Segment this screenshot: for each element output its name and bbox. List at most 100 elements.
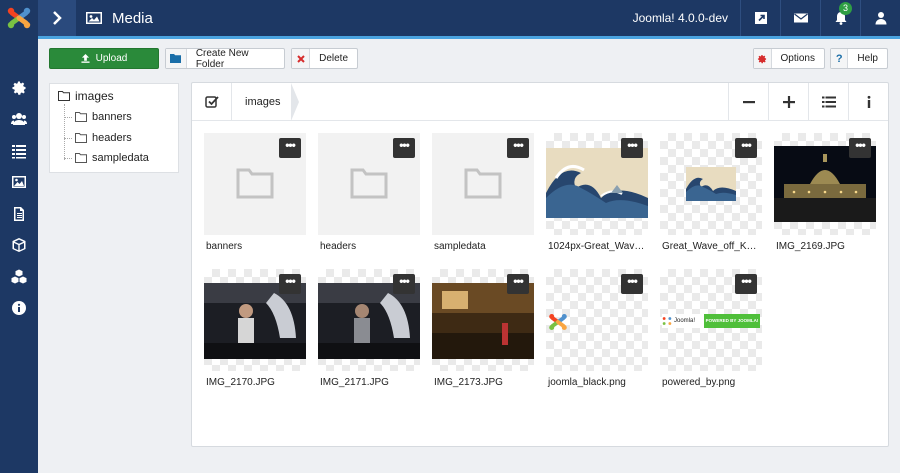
notification-badge: 3 <box>839 2 852 15</box>
sidebar-item-content[interactable] <box>0 135 38 167</box>
breadcrumb[interactable]: images <box>232 82 300 121</box>
user-menu-button[interactable] <box>860 0 900 36</box>
more-actions-button[interactable]: ••• <box>735 274 757 294</box>
media-item-image[interactable]: ••• IMG_2173.JPG <box>432 269 534 388</box>
media-item-image[interactable]: ••• IMG_2170.JPG <box>204 269 306 388</box>
sidebar-item-settings[interactable] <box>0 72 38 104</box>
more-actions-button[interactable]: ••• <box>279 138 301 158</box>
joomla-logo[interactable] <box>0 0 38 36</box>
help-label: Help <box>857 53 878 64</box>
image-thumbnail[interactable]: ••• <box>318 269 420 371</box>
folder-icon <box>75 112 87 122</box>
media-item-folder[interactable]: ••• headers <box>318 133 420 252</box>
media-item-name: IMG_2173.JPG <box>434 377 503 388</box>
folder-thumbnail[interactable]: ••• <box>432 133 534 235</box>
tree-item-banners[interactable]: banners <box>75 111 132 123</box>
more-actions-button[interactable]: ••• <box>507 138 529 158</box>
list-view-button[interactable] <box>808 82 848 121</box>
sidebar-item-components[interactable] <box>0 230 38 262</box>
folder-thumbnail[interactable]: ••• <box>204 133 306 235</box>
tree-item-headers[interactable]: headers <box>75 132 132 144</box>
tree-item-label: sampledata <box>92 152 149 164</box>
media-item-image[interactable]: ••• joomla_black.png <box>546 269 648 388</box>
more-actions-button[interactable]: ••• <box>393 138 415 158</box>
select-all-checkbox[interactable] <box>192 82 232 121</box>
folder-open-icon <box>58 91 70 101</box>
more-actions-button[interactable]: ••• <box>735 138 757 158</box>
media-item-name: banners <box>206 241 243 252</box>
image-icon <box>86 11 102 25</box>
check-square-icon <box>204 95 219 108</box>
more-actions-button[interactable]: ••• <box>279 274 301 294</box>
create-folder-label: Create New Folder <box>195 47 249 70</box>
folder-icon <box>75 133 87 143</box>
more-actions-button[interactable]: ••• <box>393 274 415 294</box>
page-title: Media <box>112 9 153 27</box>
minus-icon <box>742 100 755 103</box>
messages-button[interactable] <box>780 0 820 36</box>
info-button[interactable] <box>848 82 888 121</box>
sidebar-item-users[interactable] <box>0 104 38 136</box>
tree-item-sampledata[interactable]: sampledata <box>75 152 149 164</box>
envelope-icon <box>793 13 808 23</box>
more-actions-button[interactable]: ••• <box>621 274 643 294</box>
zoom-out-button[interactable] <box>728 82 768 121</box>
delete-button[interactable]: Delete <box>291 48 358 69</box>
more-actions-button[interactable]: ••• <box>507 274 529 294</box>
menu-toggle-button[interactable] <box>38 0 76 36</box>
media-item-folder[interactable]: ••• sampledata <box>432 133 534 252</box>
folder-thumbnail[interactable]: ••• <box>318 133 420 235</box>
joomla-logo <box>549 313 567 331</box>
media-item-name: IMG_2169.JPG <box>776 241 845 252</box>
chevron-right-icon <box>53 11 62 25</box>
image-thumbnail[interactable]: ••• <box>432 269 534 371</box>
media-item-image[interactable]: ••• IMG_2169.JPG <box>774 133 876 252</box>
media-item-name: 1024px-Great_Wave_off_Kanagawa... <box>548 241 648 252</box>
sidebar-item-extensions[interactable] <box>0 261 38 293</box>
media-item-image[interactable]: ••• IMG_2171.JPG <box>318 269 420 388</box>
media-item-folder[interactable]: ••• banners <box>204 133 306 252</box>
folder-icon <box>236 168 274 199</box>
options-label: Options <box>780 53 815 64</box>
media-item-name: IMG_2171.JPG <box>320 377 389 388</box>
powered-by-banner: Joomla! POWERED BY JOOMLA! <box>662 314 760 328</box>
view-site-button[interactable] <box>740 0 780 36</box>
tree-connector <box>64 104 65 160</box>
header-bar: Media Joomla! 4.0.0-dev 3 <box>38 0 900 36</box>
cubes-icon <box>11 269 27 284</box>
options-button[interactable]: Options <box>753 48 825 69</box>
media-item-image[interactable]: ••• Great_Wave_off_Kanagawa... <box>660 133 762 252</box>
media-item-image[interactable]: ••• 1024px-Great_Wave_off_Kanagawa... <box>546 133 648 252</box>
more-actions-button[interactable]: ••• <box>849 138 871 158</box>
joomla-wordmark: Joomla! <box>674 318 696 324</box>
upload-button[interactable]: Upload <box>49 48 159 69</box>
media-item-name: powered_by.png <box>662 377 736 388</box>
folder-icon <box>166 49 187 68</box>
image-thumbnail[interactable]: ••• <box>546 269 648 371</box>
breadcrumb-item: images <box>245 95 281 108</box>
tree-item-images[interactable]: images <box>58 89 114 103</box>
sidebar-item-media[interactable] <box>0 167 38 199</box>
more-actions-button[interactable]: ••• <box>621 138 643 158</box>
sidebar-item-system-info[interactable] <box>0 293 38 325</box>
sidebar <box>0 0 38 473</box>
image-thumbnail[interactable]: ••• <box>204 269 306 371</box>
notifications-button[interactable]: 3 <box>820 0 860 36</box>
users-icon <box>11 113 27 126</box>
media-item-image[interactable]: Joomla! POWERED BY JOOMLA! ••• powered_b… <box>660 269 762 388</box>
zoom-in-button[interactable] <box>768 82 808 121</box>
list-icon <box>821 96 836 107</box>
close-icon <box>292 49 311 68</box>
plus-icon <box>782 95 795 108</box>
create-folder-button[interactable]: Create New Folder <box>165 47 285 70</box>
sidebar-item-articles[interactable] <box>0 198 38 230</box>
info-icon <box>12 301 26 316</box>
image-thumbnail[interactable]: Joomla! POWERED BY JOOMLA! ••• <box>660 269 762 371</box>
folder-icon <box>464 168 502 199</box>
great-wave-image <box>546 148 648 218</box>
help-button[interactable]: ? Help <box>830 48 888 69</box>
image-thumbnail[interactable]: ••• <box>774 133 876 235</box>
toolbar: Upload Create New Folder Delete Options … <box>38 39 900 79</box>
image-thumbnail[interactable]: ••• <box>546 133 648 235</box>
image-thumbnail[interactable]: ••• <box>660 133 762 235</box>
